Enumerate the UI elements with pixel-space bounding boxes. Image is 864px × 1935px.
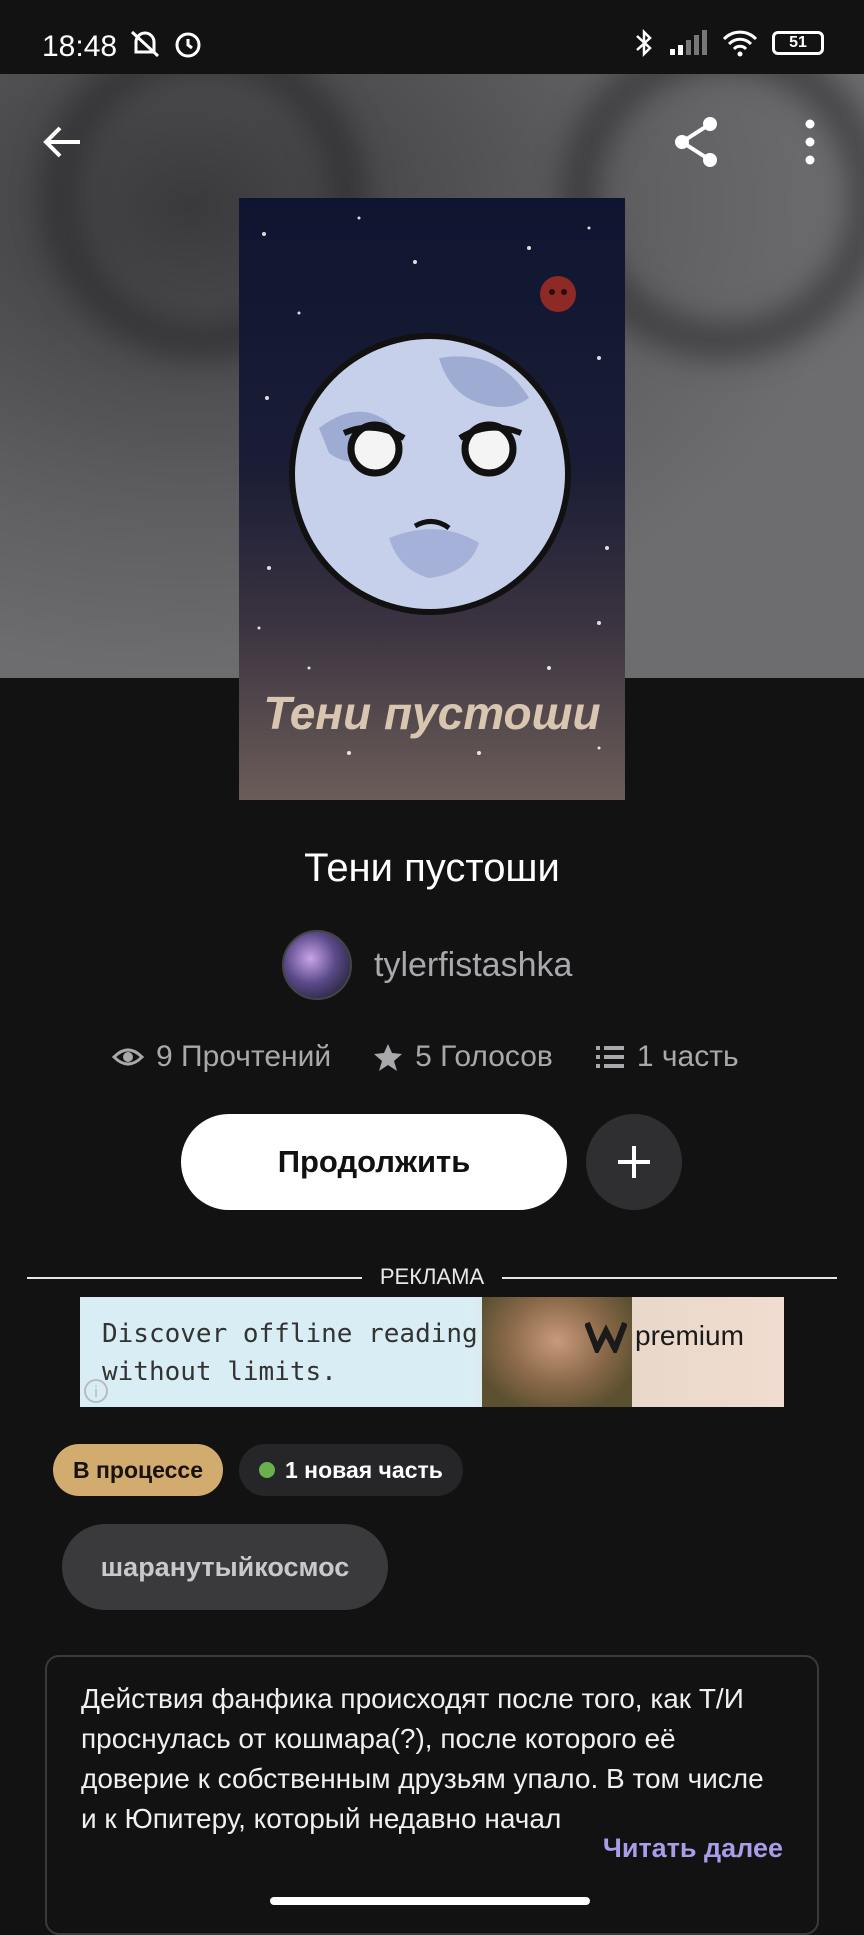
cover-title: Тени пустоши <box>263 687 601 739</box>
muted-bell-icon <box>130 30 160 58</box>
new-part-badge: 1 новая часть <box>239 1444 463 1496</box>
signal-icon <box>670 30 707 55</box>
author-name[interactable]: tylerfistashka <box>374 946 572 985</box>
brand-logo-icon <box>585 1321 627 1353</box>
ad-info-icon[interactable]: i <box>84 1379 108 1403</box>
eye-icon <box>112 1048 144 1066</box>
status-icons-right: 51 <box>634 28 824 58</box>
ad-label: РЕКЛАМА <box>379 1264 485 1289</box>
ad-text-line2: without limits. <box>102 1357 337 1387</box>
new-part-label: 1 новая часть <box>285 1456 443 1483</box>
votes-stat: 5 Голосов <box>373 1040 553 1074</box>
wifi-icon <box>722 30 758 57</box>
star-icon <box>374 1044 403 1071</box>
continue-reading-button[interactable]: Продолжить <box>181 1114 567 1210</box>
parts-count: 1 часть <box>636 1040 739 1073</box>
plus-icon <box>618 1146 650 1178</box>
ad-text-line1: Discover offline reading <box>102 1319 478 1349</box>
reads-stat: 9 Прочтений <box>112 1040 331 1074</box>
new-indicator-dot <box>259 1462 275 1478</box>
status-time: 18:48 <box>42 30 118 63</box>
add-to-library-button[interactable] <box>586 1114 682 1210</box>
battery-indicator: 51 <box>772 31 824 55</box>
status-icons-left <box>128 28 204 60</box>
votes-count: 5 Голосов <box>415 1040 553 1073</box>
author-row[interactable]: tylerfistashka <box>282 930 572 1000</box>
share-icon[interactable] <box>666 112 726 172</box>
ad-banner[interactable]: Discover offline reading without limits.… <box>80 1297 784 1407</box>
story-stats: 9 Прочтений 5 Голосов 1 часть <box>112 1040 739 1074</box>
ad-brand-text: premium <box>635 1320 744 1351</box>
tag-chip[interactable]: шаранутыйкосмос <box>62 1524 388 1610</box>
home-indicator[interactable] <box>270 1897 590 1905</box>
ad-divider-left <box>27 1277 362 1279</box>
book-cover[interactable]: Тени пустоши <box>239 198 625 800</box>
ad-brand: premium <box>585 1319 744 1353</box>
ad-text: Discover offline reading without limits. <box>102 1315 478 1391</box>
alarm-icon <box>175 32 201 58</box>
reads-count: 9 Прочтений <box>156 1040 332 1073</box>
status-badge: В процессе <box>53 1444 223 1496</box>
bluetooth-icon <box>636 28 652 58</box>
parts-stat[interactable]: 1 часть <box>595 1040 739 1074</box>
list-icon <box>595 1046 624 1068</box>
back-arrow-icon[interactable] <box>32 112 92 172</box>
read-more-link[interactable]: Читать далее <box>603 1833 783 1864</box>
author-avatar[interactable] <box>282 930 352 1000</box>
ad-divider-right <box>502 1277 837 1279</box>
description-text: Действия фанфика происходят после того, … <box>81 1683 764 1834</box>
description-card: Действия фанфика происходят после того, … <box>45 1655 819 1935</box>
book-title: Тени пустоши <box>304 846 560 890</box>
more-vert-icon[interactable] <box>780 112 840 172</box>
